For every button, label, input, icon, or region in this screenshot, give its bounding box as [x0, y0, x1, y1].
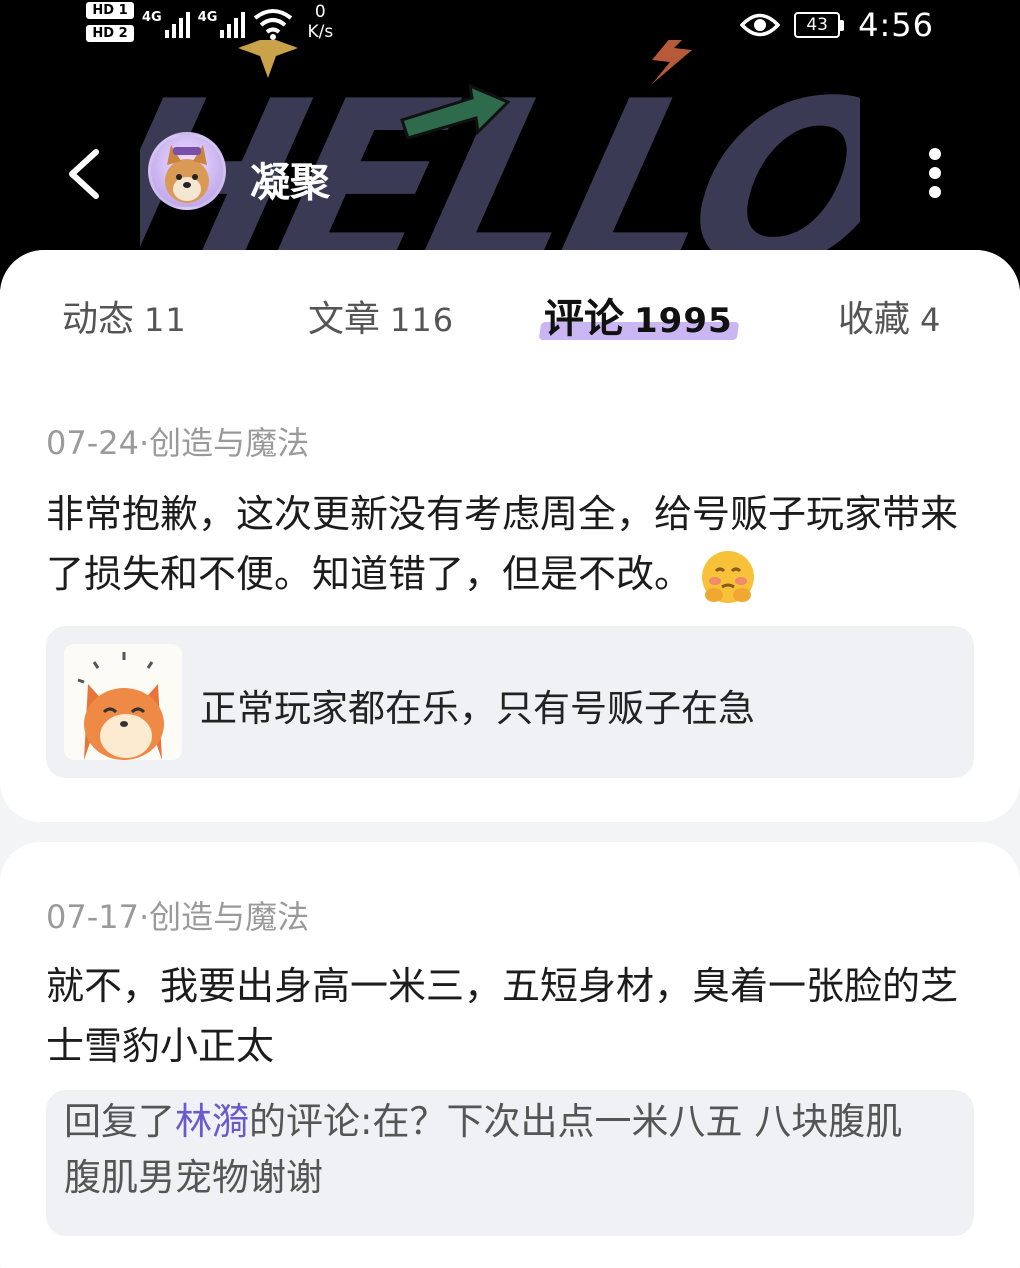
comment-card[interactable]: 07-17·创造与魔法 就不，我要出身高一米三，五短身材，臭着一张脸的芝士雪豹小…	[0, 842, 1020, 1268]
username: 凝聚	[250, 160, 330, 206]
dog-avatar-icon	[165, 145, 209, 203]
comment-card[interactable]: 07-24·创造与魔法 非常抱歉，这次更新没有考虑周全，给号贩子玩家带来了损失和…	[0, 378, 1020, 822]
tab-comments[interactable]: 评论 1995	[544, 286, 733, 344]
tab-dynamics[interactable]: 动态 11	[62, 290, 187, 342]
profile-header: HELLO. HD 1 HD 2 4G 4G 0 K/s 43 4:56 凝聚	[0, 0, 1020, 290]
content-panel: 动态 11 文章 116 评论 1995 收藏 4 07-24·创造与魔法 非常抱歉，这…	[0, 250, 1020, 1268]
network-speed: 0 K/s	[307, 2, 334, 42]
avatar[interactable]	[148, 132, 226, 210]
signal-2-icon: 4G	[198, 8, 246, 38]
battery-icon: 43	[794, 12, 845, 38]
quote-text: 正常玩家都在乐，只有号贩子在急	[200, 687, 755, 730]
tab-bar: 动态 11 文章 116 评论 1995 收藏 4	[0, 250, 1020, 378]
comment-text: 就不，我要出身高一米三，五短身材，臭着一张脸的芝士雪豹小正太	[46, 964, 959, 1068]
hd2-badge: HD 2	[86, 25, 134, 42]
quoted-comment[interactable]: 正常玩家都在乐，只有号贩子在急	[46, 626, 974, 778]
hd1-badge: HD 1	[86, 2, 134, 19]
comment-text: 非常抱歉，这次更新没有考虑周全，给号贩子玩家带来了损失和不便。知道错了，但是不改…	[46, 484, 966, 607]
reply-user-link[interactable]: 林漪	[175, 1100, 249, 1143]
reply-text: 回复了林漪的评论:在？下次出点一米八五 八块腹肌 腹肌男宠物谢谢	[64, 1100, 903, 1199]
more-vertical-icon[interactable]	[922, 146, 948, 200]
fox-sticker-icon	[64, 644, 182, 760]
clock: 4:56	[858, 6, 934, 44]
nav-bar: 凝聚	[0, 130, 1020, 220]
signal-1-icon: 4G	[142, 8, 190, 38]
back-arrow-icon[interactable]	[62, 148, 106, 200]
shy-face-emoji-icon	[702, 550, 755, 603]
eye-icon	[740, 13, 781, 37]
reply-context[interactable]: 回复了林漪的评论:在？下次出点一米八五 八块腹肌 腹肌男宠物谢谢	[46, 1090, 974, 1236]
comment-meta: 07-24·创造与魔法	[46, 424, 310, 462]
tab-favorites[interactable]: 收藏 4	[838, 290, 941, 342]
wifi-icon	[254, 9, 293, 40]
status-bar: HD 1 HD 2 4G 4G 0 K/s 43 4:56	[0, 0, 1020, 56]
tab-articles[interactable]: 文章 116	[308, 290, 454, 342]
comment-meta: 07-17·创造与魔法	[46, 898, 310, 936]
